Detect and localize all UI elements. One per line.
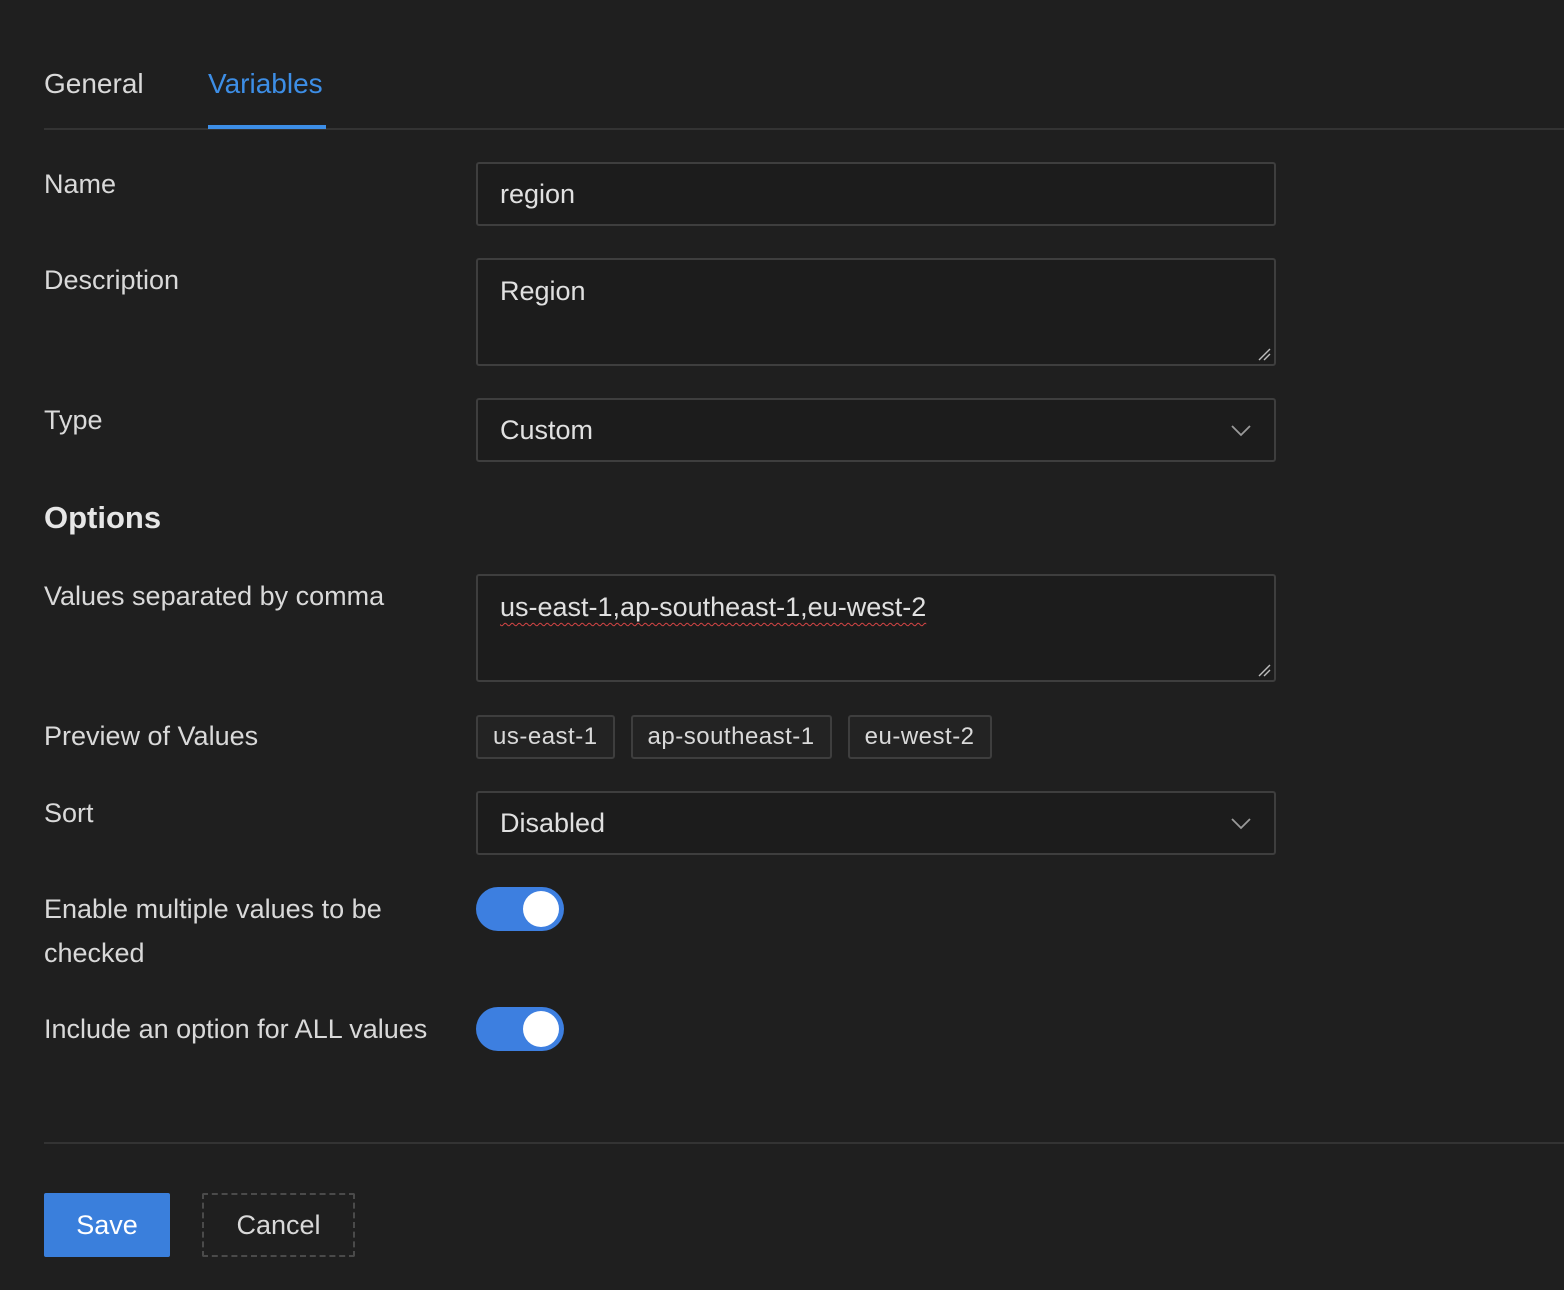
tab-variables[interactable]: Variables bbox=[208, 66, 323, 102]
values-text: us-east-1,ap-southeast-1,eu-west-2 bbox=[500, 592, 927, 622]
values-textarea[interactable]: us-east-1,ap-southeast-1,eu-west-2 bbox=[476, 574, 1276, 682]
description-textarea[interactable]: Region bbox=[476, 258, 1276, 366]
name-input[interactable]: region bbox=[476, 162, 1276, 226]
type-select[interactable]: Custom bbox=[476, 398, 1276, 462]
sort-label: Sort bbox=[44, 798, 94, 828]
toggle-knob bbox=[523, 891, 559, 927]
variable-editor: General Variables Name region Descriptio… bbox=[0, 0, 1564, 1290]
name-label: Name bbox=[44, 169, 117, 199]
description-text: Region bbox=[500, 276, 586, 306]
description-label: Description bbox=[44, 265, 180, 295]
resize-handle-icon[interactable] bbox=[1257, 347, 1271, 361]
multi-values-toggle[interactable] bbox=[476, 887, 564, 931]
sort-select[interactable]: Disabled bbox=[476, 791, 1276, 855]
values-label: Values separated by comma bbox=[44, 581, 385, 611]
include-all-toggle[interactable] bbox=[476, 1007, 564, 1051]
chevron-down-icon bbox=[1231, 425, 1251, 437]
chevron-down-icon bbox=[1231, 818, 1251, 830]
resize-handle-icon[interactable] bbox=[1257, 663, 1271, 677]
footer-divider bbox=[44, 1142, 1564, 1144]
type-selected-value: Custom bbox=[500, 415, 594, 445]
preview-label: Preview of Values bbox=[44, 721, 259, 751]
include-all-label: Include an option for ALL values bbox=[44, 1014, 428, 1044]
preview-tags: us-east-1 ap-southeast-1 eu-west-2 bbox=[476, 715, 992, 759]
cancel-button[interactable]: Cancel bbox=[202, 1193, 355, 1257]
preview-tag: ap-southeast-1 bbox=[630, 715, 832, 759]
type-label: Type bbox=[44, 405, 103, 435]
save-button[interactable]: Save bbox=[44, 1193, 170, 1257]
options-section-title: Options bbox=[44, 500, 162, 535]
sort-selected-value: Disabled bbox=[500, 808, 606, 838]
preview-tag: eu-west-2 bbox=[847, 715, 992, 759]
toggle-knob bbox=[523, 1011, 559, 1047]
tab-bar: General Variables bbox=[44, 0, 1564, 130]
tab-general[interactable]: General bbox=[44, 66, 144, 102]
active-tab-indicator bbox=[208, 125, 326, 129]
multi-values-label: Enable multiple values to be checked bbox=[44, 894, 382, 968]
preview-tag: us-east-1 bbox=[476, 715, 615, 759]
